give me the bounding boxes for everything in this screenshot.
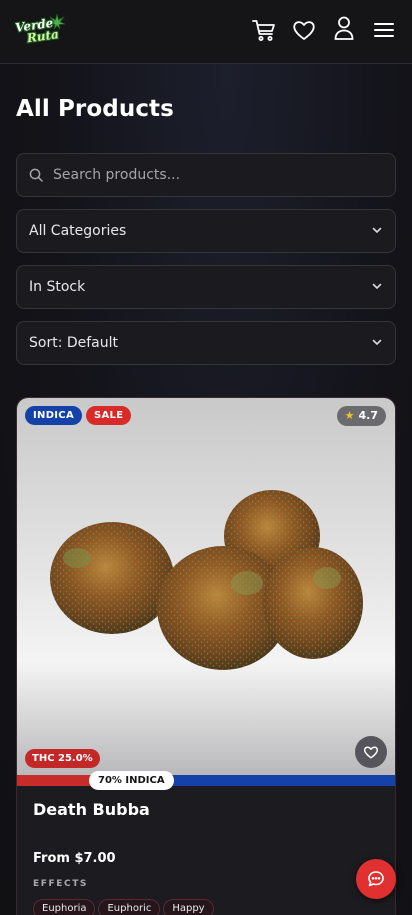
sale-badge: SALE: [86, 406, 132, 425]
heart-icon[interactable]: [291, 17, 317, 43]
chat-icon: [368, 871, 384, 887]
effect-tag: Euphoric: [98, 899, 161, 915]
effects-label: EFFECTS: [33, 879, 89, 889]
indica-sativa-ratio-bar: [17, 775, 395, 786]
product-price: From $7.00: [33, 851, 116, 866]
product-name[interactable]: Death Bubba: [33, 800, 150, 819]
search-icon: [29, 168, 43, 182]
category-select-value: All Categories: [29, 223, 127, 239]
menu-icon[interactable]: [371, 17, 397, 43]
chevron-down-icon: [372, 227, 382, 233]
heart-icon: [363, 746, 379, 759]
category-select[interactable]: All Categories: [16, 209, 396, 253]
logo-line-2: Ruta: [25, 27, 60, 46]
star-icon: ★: [344, 409, 355, 422]
page: Verde Ruta All Products Search products.…: [0, 0, 412, 915]
indica-badge: INDICA: [25, 406, 82, 425]
effects-tags: Euphoria Euphoric Happy: [33, 896, 217, 915]
thc-badge: THC 25.0%: [25, 749, 100, 768]
chat-button[interactable]: [356, 859, 396, 899]
effect-tag: Happy: [163, 899, 214, 915]
rating-badge: ★ 4.7: [336, 406, 386, 426]
product-image[interactable]: [17, 398, 395, 775]
effect-tag: Euphoria: [33, 899, 96, 915]
search-box[interactable]: [16, 153, 396, 197]
favorite-button[interactable]: [355, 736, 387, 768]
search-input[interactable]: [53, 154, 383, 196]
user-icon[interactable]: [331, 15, 357, 41]
cannabis-buds-image: [50, 490, 363, 670]
cart-icon[interactable]: [251, 17, 277, 43]
page-title: All Products: [16, 96, 174, 122]
product-card[interactable]: INDICA SALE ★ 4.7 THC 25.0% 70% INDICA De…: [16, 397, 396, 915]
stock-select-value: In Stock: [29, 279, 86, 295]
stock-select[interactable]: In Stock: [16, 265, 396, 309]
sort-select[interactable]: Sort: Default: [16, 321, 396, 365]
rating-value: 4.7: [358, 409, 379, 422]
chevron-down-icon: [372, 283, 382, 289]
ratio-label: 70% INDICA: [89, 771, 174, 790]
brand-logo[interactable]: Verde Ruta: [14, 13, 68, 51]
top-navbar: Verde Ruta: [0, 0, 412, 64]
sort-select-value: Sort: Default: [29, 335, 119, 351]
chevron-down-icon: [372, 339, 382, 345]
